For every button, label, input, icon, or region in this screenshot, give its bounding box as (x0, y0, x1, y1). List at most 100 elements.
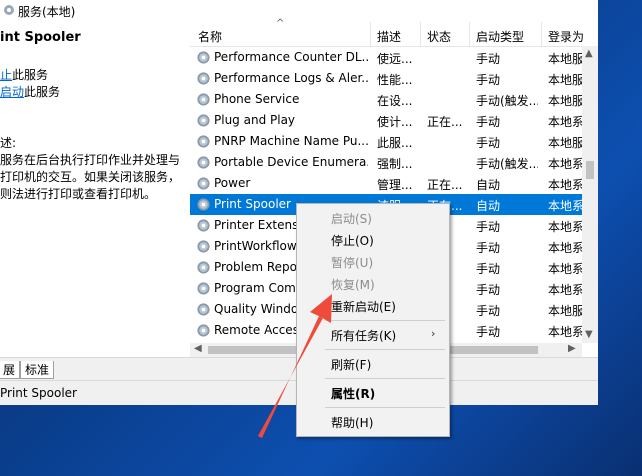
cell-logon: 本地服 (548, 94, 582, 108)
services-gear-icon (4, 5, 14, 15)
service-title: int Spooler (0, 30, 81, 45)
cell-startup: 手动(触发... (476, 157, 538, 171)
menu-item-start[interactable]: 启动(S) (297, 207, 449, 228)
vertical-scroll-thumb[interactable] (586, 161, 594, 179)
table-row[interactable]: Performance Logs & Aler... 性能... 手动 本地服 (190, 68, 582, 89)
cell-logon: 本地服 (548, 52, 582, 66)
sort-ascending-icon: ^ (276, 18, 285, 29)
column-header-name[interactable]: 名称 (198, 28, 222, 45)
cell-logon: 本地服 (548, 73, 582, 87)
menu-item-help[interactable]: 帮助(H) (297, 411, 449, 432)
cell-startup: 自动 (476, 178, 501, 192)
column-header-logon[interactable]: 登录为 (548, 28, 584, 45)
service-gear-icon (197, 282, 210, 295)
submenu-arrow-icon: › (431, 327, 436, 340)
cell-name: Portable Device Enumera... (214, 155, 368, 169)
cell-desc: 此服... (377, 136, 413, 150)
cell-logon: 本地服 (548, 136, 582, 150)
menu-item-refresh[interactable]: 刷新(F) (297, 353, 449, 374)
table-row[interactable]: Performance Counter DL... 使远... 手动 本地服 (190, 47, 582, 68)
cell-desc: 在设... (377, 94, 413, 108)
scroll-up-icon[interactable]: ▲ (585, 48, 593, 59)
scroll-left-icon[interactable]: ◀ (194, 343, 202, 354)
cell-desc: 使远... (377, 52, 413, 66)
cell-startup: 手动 (476, 136, 501, 150)
window-title: 服务(本地) (18, 5, 76, 19)
table-row[interactable]: Plug and Play 使计... 正在... 手动 本地系 (190, 110, 582, 131)
table-row[interactable]: PNRP Machine Name Pu... 此服... 手动 本地服 (190, 131, 582, 152)
restart-service-link[interactable]: 启动 (0, 85, 24, 99)
menu-separator (325, 378, 445, 379)
service-gear-icon (197, 135, 210, 148)
table-row[interactable]: Portable Device Enumera... 强制... 手动(触发... 本… (190, 152, 582, 173)
cell-startup: 手动 (476, 304, 501, 318)
menu-item-label: 所有任务(K) (331, 329, 397, 343)
service-gear-icon (197, 219, 210, 232)
column-divider[interactable] (420, 22, 421, 46)
tab-extended[interactable]: 展 (0, 361, 21, 379)
column-divider[interactable] (469, 22, 470, 46)
cell-name: Performance Counter DL... (214, 50, 368, 64)
service-gear-icon (197, 198, 210, 211)
column-divider[interactable] (370, 22, 371, 46)
table-row[interactable]: Power 管理... 正在... 自动 本地系 (190, 173, 582, 194)
cell-startup: 手动 (476, 283, 501, 297)
menu-separator (325, 349, 445, 350)
list-header: ^ 名称 描述 状态 启动类型 登录为 (190, 18, 598, 47)
cell-status: 正在... (427, 178, 463, 192)
cell-logon: 本地系 (548, 325, 582, 339)
menu-item-stop[interactable]: 停止(O) (297, 229, 449, 250)
menu-item-label: 刷新(F) (331, 358, 372, 372)
service-gear-icon (197, 177, 210, 190)
scroll-down-icon[interactable]: ▼ (585, 329, 593, 340)
menu-separator (325, 407, 445, 408)
column-header-desc[interactable]: 描述 (377, 28, 401, 45)
table-row[interactable]: Phone Service 在设... 手动(触发... 本地服 (190, 89, 582, 110)
cell-logon: 本地服 (548, 304, 582, 318)
cell-logon: 本地系 (548, 199, 582, 213)
menu-item-label: 帮助(H) (331, 416, 374, 430)
stop-service-suffix: 此服务 (12, 68, 49, 82)
vertical-scrollbar[interactable]: ▲ ▼ (582, 46, 598, 343)
cell-name: Plug and Play (214, 113, 296, 127)
menu-separator (325, 320, 445, 321)
menu-item-label: 停止(O) (331, 234, 374, 248)
stop-service-link[interactable]: 止 (0, 68, 12, 82)
stop-service-line: 止此服务 (0, 66, 48, 83)
description-label: 述: (0, 136, 17, 150)
scroll-right-icon[interactable]: ▶ (568, 343, 576, 354)
service-detail-pane: int Spooler 止此服务 启动此服务 述: 服务在后台执行打印作业并处理… (0, 22, 190, 357)
menu-item-all-tasks[interactable]: 所有任务(K) › (297, 324, 449, 345)
cell-name: Power (214, 176, 251, 190)
cell-logon: 本地系 (548, 262, 582, 276)
service-gear-icon (197, 156, 210, 169)
menu-item-resume[interactable]: 恢复(M) (297, 273, 449, 294)
service-gear-icon (197, 240, 210, 253)
cell-status: 正在... (427, 115, 463, 129)
cell-startup: 手动 (476, 73, 501, 87)
cell-startup: 手动 (476, 241, 501, 255)
cell-startup: 自动 (476, 199, 501, 213)
cell-logon: 本地系 (548, 115, 582, 129)
cell-name: PNRP Machine Name Pu... (214, 134, 368, 148)
cell-desc: 强制... (377, 157, 413, 171)
menu-item-properties[interactable]: 属性(R) (297, 382, 449, 403)
menu-item-restart[interactable]: 重新启动(E) (297, 295, 449, 316)
menu-item-label: 启动(S) (331, 212, 372, 226)
menu-item-label: 暂停(U) (331, 256, 374, 270)
menu-item-label: 属性(R) (331, 387, 376, 401)
service-gear-icon (197, 72, 210, 85)
cell-name: Performance Logs & Aler... (214, 71, 368, 85)
service-gear-icon (197, 93, 210, 106)
cell-logon: 本地系 (548, 220, 582, 234)
restart-service-suffix: 此服务 (24, 85, 61, 99)
cell-logon: 本地系 (548, 241, 582, 255)
menu-item-pause[interactable]: 暂停(U) (297, 251, 449, 272)
cell-startup: 手动 (476, 262, 501, 276)
column-header-startup[interactable]: 启动类型 (476, 28, 524, 45)
cell-logon: 本地系 (548, 157, 582, 171)
column-header-status[interactable]: 状态 (427, 28, 451, 45)
column-divider[interactable] (541, 22, 542, 46)
tab-standard[interactable]: 标准 (20, 361, 55, 379)
cell-desc: 管理... (377, 178, 413, 192)
